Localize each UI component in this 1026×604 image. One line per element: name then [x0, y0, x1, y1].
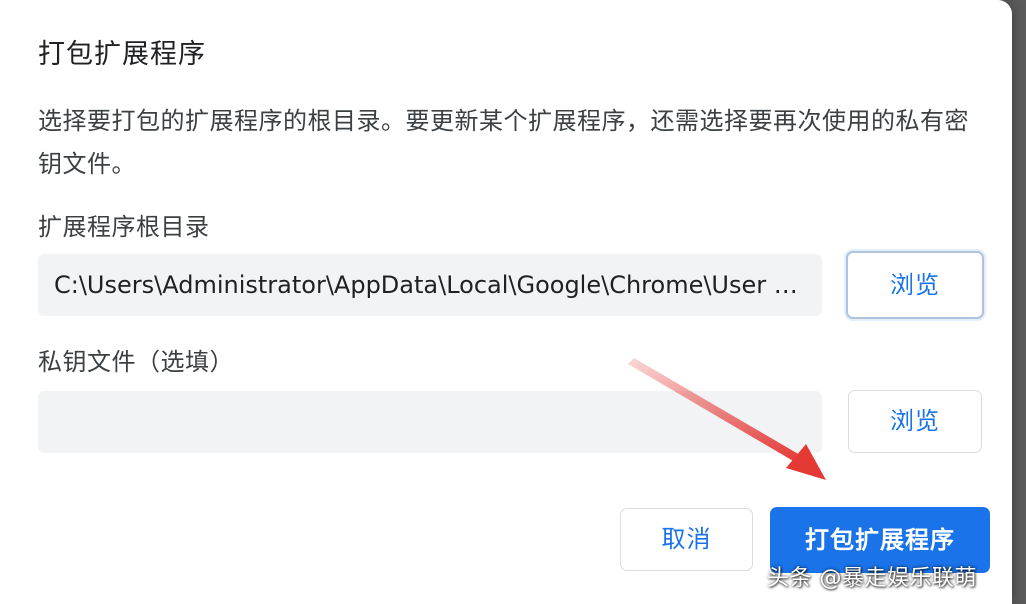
root-dir-input[interactable]: C:\Users\Administrator\AppData\Local\Goo… — [38, 254, 822, 316]
pack-extension-dialog: 打包扩展程序 选择要打包的扩展程序的根目录。要更新某个扩展程序，还需选择要再次使… — [0, 0, 1012, 604]
dialog-description: 选择要打包的扩展程序的根目录。要更新某个扩展程序，还需选择要再次使用的私有密钥文… — [38, 107, 969, 178]
dialog-title: 打包扩展程序 — [38, 39, 206, 70]
root-dir-label: 扩展程序根目录 — [38, 213, 210, 241]
cancel-button[interactable]: 取消 — [620, 508, 753, 571]
browse-root-button[interactable]: 浏览 — [846, 251, 984, 319]
watermark-text: 头条 @暴走娱乐联萌 — [767, 566, 977, 591]
key-file-input[interactable] — [38, 391, 822, 453]
browse-key-button[interactable]: 浏览 — [848, 390, 982, 453]
key-file-label: 私钥文件（选填） — [38, 348, 234, 376]
